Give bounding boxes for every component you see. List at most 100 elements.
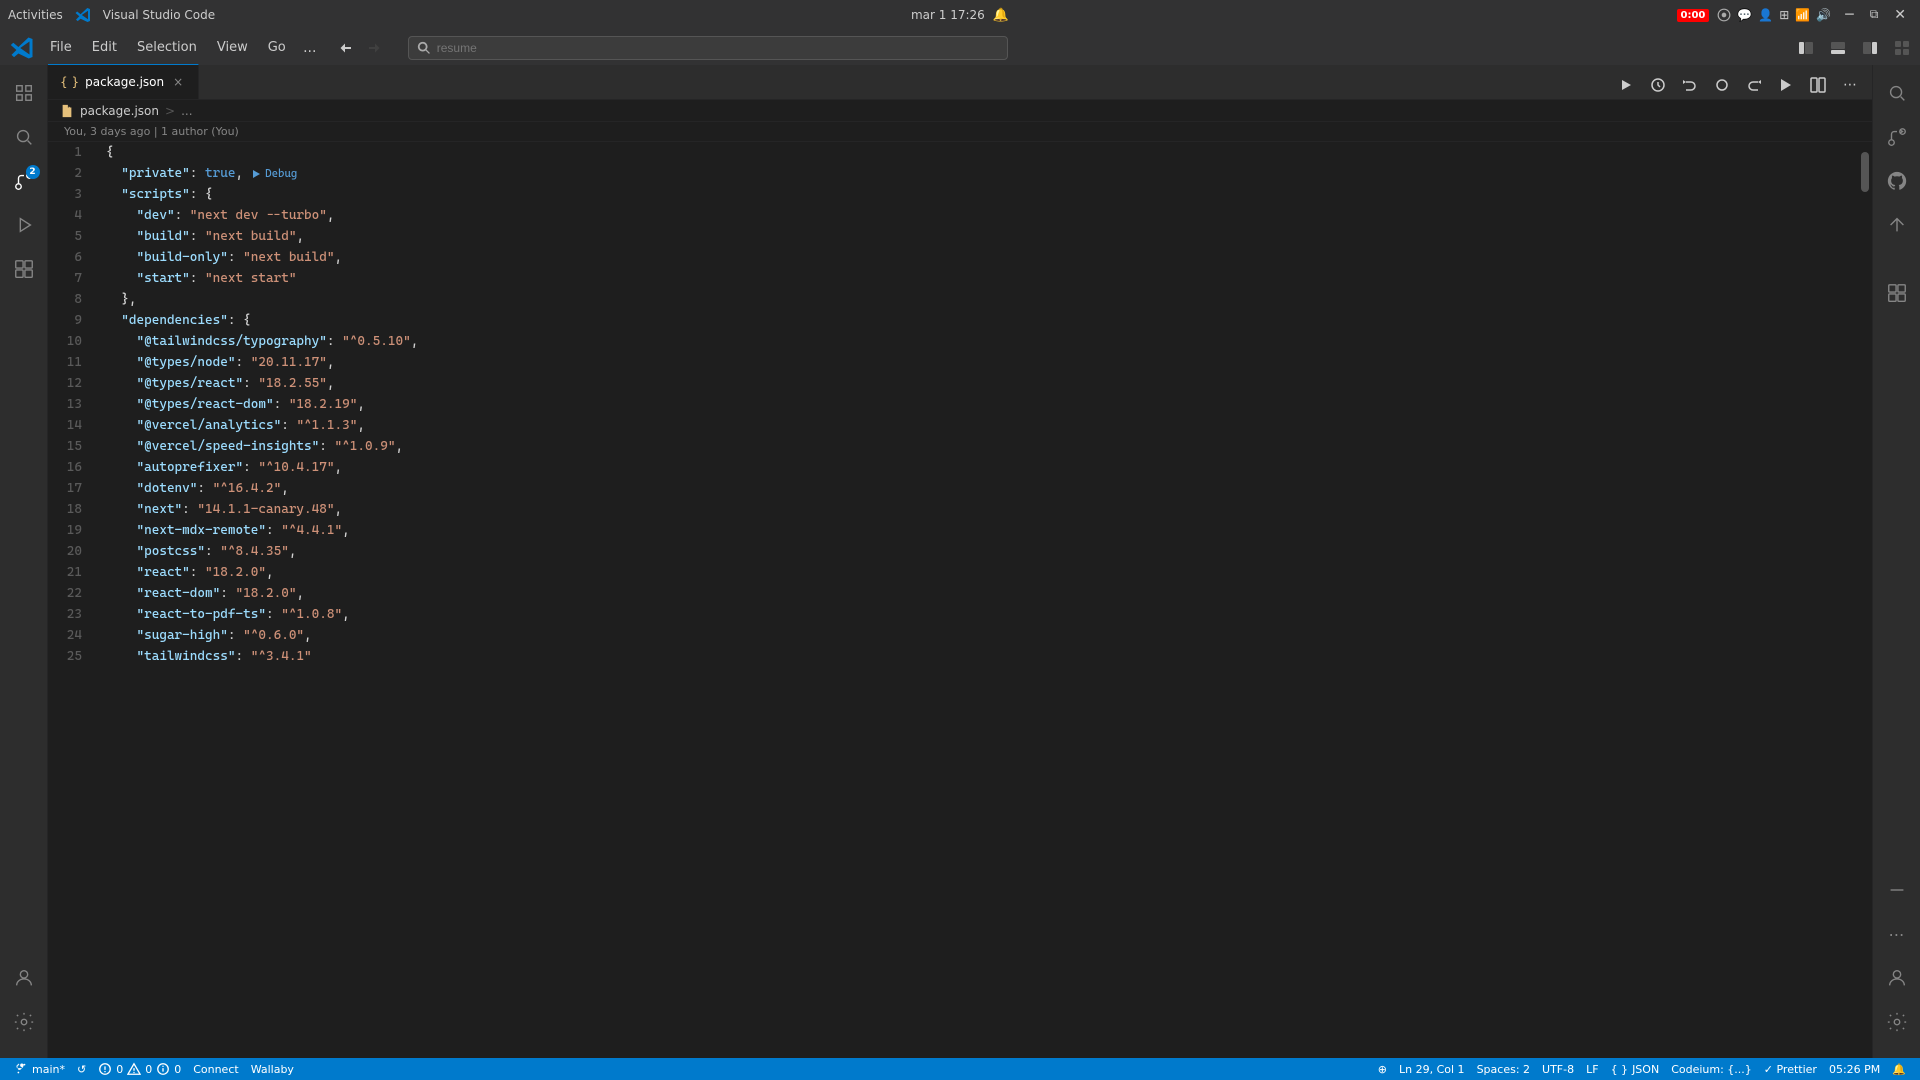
status-errors[interactable]: 0 0 0 [92,1058,187,1080]
split-editor-button[interactable] [1804,71,1832,99]
layout-panel-bottom[interactable] [1824,34,1852,62]
tab-close-button[interactable]: × [170,74,186,90]
activity-extensions[interactable] [4,249,44,289]
status-zoom[interactable]: ⊕ [1372,1058,1393,1080]
activity-explorer[interactable] [4,73,44,113]
circle-button[interactable] [1708,71,1736,99]
code-line-3: "scripts": { [106,184,1858,205]
code-line-2: "private": true, Debug [106,163,1858,184]
close-btn[interactable]: ✕ [1888,7,1912,23]
menu-file[interactable]: File [40,36,82,59]
breadcrumb-more[interactable]: ... [181,104,192,118]
status-connect[interactable]: Connect [187,1058,244,1080]
main-layout: 2 { } package.json × [0,65,1920,1058]
code-line-5: "build": "next build", [106,226,1858,247]
scrollbar-thumb[interactable] [1861,152,1869,192]
title-bar: Activities Visual Studio Code mar 1 17:2… [0,0,1920,30]
layout-sidebar-left[interactable] [1792,34,1820,62]
line-num-8: 8 [48,289,90,310]
code-content[interactable]: { "private": true, Debug "scripts": { "d… [98,142,1858,1058]
code-line-24: "sugar-high": "^0.6.0", [106,625,1858,646]
line-num-15: 15 [48,436,90,457]
line-num-11: 11 [48,352,90,373]
menu-edit[interactable]: Edit [82,36,127,59]
status-codeium[interactable]: Codeium: {...} [1665,1058,1758,1080]
scrollbar-track[interactable] [1858,142,1872,1058]
menu-view[interactable]: View [207,36,258,59]
activity-run[interactable] [4,205,44,245]
activity-search[interactable] [4,117,44,157]
line-num-18: 18 [48,499,90,520]
status-time[interactable]: 05:26 PM [1823,1058,1886,1080]
layout-customize[interactable] [1888,34,1916,62]
search-icon [417,41,431,55]
redo-button[interactable] [1740,71,1768,99]
run-file-button[interactable] [1612,71,1640,99]
timeline-button[interactable] [1644,71,1672,99]
code-editor[interactable]: 1 2 3 4 5 6 7 8 9 10 11 12 13 14 15 16 1… [48,142,1872,1058]
right-source-control-icon[interactable] [1877,117,1917,157]
activity-bar: 2 [0,65,48,1058]
right-minus-icon[interactable] [1877,870,1917,910]
editor-more-button[interactable]: ⋯ [1836,71,1864,99]
breadcrumb-file[interactable]: package.json [80,104,159,118]
status-prettier[interactable]: ✓ Prettier [1758,1058,1823,1080]
debug-continue-button[interactable] [1772,71,1800,99]
search-bar[interactable] [408,36,1008,60]
right-search-icon[interactable] [1877,73,1917,113]
line-num-9: 9 [48,310,90,331]
line-num-13: 13 [48,394,90,415]
cursor-pos: Ln 29, Col 1 [1399,1063,1465,1076]
status-spaces[interactable]: Spaces: 2 [1471,1058,1536,1080]
code-line-11: "@types/node": "20.11.17", [106,352,1858,373]
menu-selection[interactable]: Selection [127,36,207,59]
minimize-btn[interactable]: ─ [1839,7,1859,23]
status-notification[interactable]: 🔔 [1886,1058,1912,1080]
undo-button[interactable] [1676,71,1704,99]
recording-badge: 0:00 [1677,9,1710,22]
nav-back-button[interactable] [332,34,360,62]
menu-more-button[interactable]: ... [296,36,324,60]
search-input[interactable] [437,41,999,55]
activities-label[interactable]: Activities [8,8,63,22]
right-github-icon[interactable] [1877,161,1917,201]
status-wallaby[interactable]: Wallaby [245,1058,300,1080]
layout-sidebar-right[interactable] [1856,34,1884,62]
activity-settings[interactable] [4,1002,44,1042]
right-layout-icon[interactable] [1877,273,1917,313]
inline-debug[interactable]: Debug [251,163,297,184]
tab-package-json[interactable]: { } package.json × [48,64,199,99]
right-deploy-icon[interactable] [1877,205,1917,245]
code-line-20: "postcss": "^8.4.35", [106,541,1858,562]
restore-btn[interactable]: ⧉ [1864,7,1885,23]
chrome-icon [1717,8,1731,22]
tab-bar: { } package.json × [48,65,1872,100]
right-accounts-icon[interactable] [1877,958,1917,998]
line-num-24: 24 [48,625,90,646]
activity-accounts[interactable] [4,958,44,998]
status-language[interactable]: { } JSON [1605,1058,1666,1080]
wifi-icon: 📶 [1795,8,1810,22]
notification-icon: 🔔 [1892,1063,1906,1076]
menu-go[interactable]: Go [258,36,296,59]
app-name: Visual Studio Code [103,8,215,22]
status-branch[interactable]: main* [8,1058,71,1080]
discord-icon: 💬 [1737,8,1752,22]
code-line-25: "tailwindcss": "^3.4.1" [106,646,1858,667]
nav-forward-button[interactable] [360,34,388,62]
language-icon: { } [1611,1063,1629,1076]
spaces-label: Spaces: 2 [1477,1063,1530,1076]
activity-source-control[interactable]: 2 [4,161,44,201]
line-num-2: 2 [48,163,90,184]
code-line-17: "dotenv": "^16.4.2", [106,478,1858,499]
branch-name: main* [32,1063,65,1076]
status-eol[interactable]: LF [1580,1058,1604,1080]
warning-icon [127,1062,141,1076]
right-settings-icon[interactable] [1877,1002,1917,1042]
code-line-6: "build-only": "next build", [106,247,1858,268]
git-blame-text: You, 3 days ago | 1 author (You) [64,125,239,138]
status-cursor[interactable]: Ln 29, Col 1 [1393,1058,1471,1080]
status-encoding[interactable]: UTF-8 [1536,1058,1580,1080]
right-more-icon[interactable]: ⋯ [1877,914,1917,954]
status-sync[interactable]: ↺ [71,1058,92,1080]
